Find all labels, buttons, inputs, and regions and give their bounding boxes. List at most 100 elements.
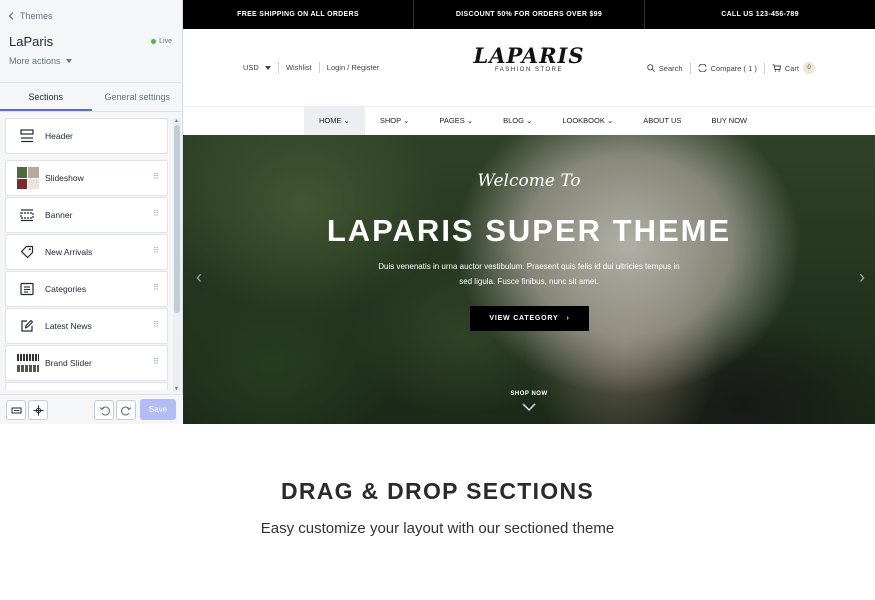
feature-headline: DRAG & DROP SECTIONS xyxy=(280,478,595,504)
search-link[interactable]: Search xyxy=(659,64,683,73)
announcement-discount: DISCOUNT 50% FOR ORDERS OVER $99 xyxy=(414,0,645,29)
hero-description: Duis venenatis in urna auctor vestibulum… xyxy=(353,259,705,289)
caret-down-icon xyxy=(264,66,271,70)
scroll-up-icon[interactable]: ▲ xyxy=(174,118,179,124)
tab-general-settings[interactable]: General settings xyxy=(92,83,184,111)
tag-icon xyxy=(17,242,37,262)
scrollbar-thumb[interactable] xyxy=(174,125,180,313)
drag-handle-icon[interactable]: ⠿ xyxy=(153,284,159,292)
theme-name: LaParis xyxy=(9,34,54,49)
section-item-slideshow[interactable]: Slideshow ⠿ xyxy=(5,160,168,196)
nav-item-lookbook[interactable]: LOOKBOOK ⌄ xyxy=(547,107,628,135)
chevron-down-icon: ⌄ xyxy=(343,116,350,125)
section-item-brand-slider[interactable]: Brand Slider ⠿ xyxy=(5,345,168,381)
edit-icon xyxy=(17,316,37,336)
hero-title: LAPARIS SUPER THEME xyxy=(326,213,732,248)
brand-thumbnail xyxy=(17,353,39,373)
section-label: Header xyxy=(45,131,73,141)
store-header: USD Wishlist Login / Register LAPARIS FA… xyxy=(183,29,875,107)
redo-icon xyxy=(120,406,131,415)
nav-item-blog[interactable]: BLOG ⌄ xyxy=(488,107,547,135)
resize-icon xyxy=(11,407,21,413)
wishlist-link[interactable]: Wishlist xyxy=(286,63,312,72)
store-preview: FREE SHIPPING ON ALL ORDERS DISCOUNT 50%… xyxy=(183,0,875,424)
layout-toggle-button[interactable] xyxy=(6,400,26,420)
drag-handle-icon[interactable]: ⠿ xyxy=(153,210,159,218)
more-actions-label: More actions xyxy=(9,56,61,66)
more-actions-dropdown[interactable]: More actions xyxy=(9,56,72,66)
editor-footer: Save xyxy=(0,394,183,424)
chevron-down-icon: ⌄ xyxy=(466,116,474,125)
announcement-shipping: FREE SHIPPING ON ALL ORDERS xyxy=(183,0,414,29)
view-category-button[interactable]: VIEW CATEGORY › xyxy=(470,306,589,331)
live-status-label: Live xyxy=(159,38,172,45)
nav-item-shop[interactable]: SHOP ⌄ xyxy=(365,107,425,135)
currency-selector[interactable]: USD xyxy=(243,63,271,72)
currency-label: USD xyxy=(243,63,259,72)
section-item-new-arrivals[interactable]: New Arrivals ⠿ xyxy=(5,234,168,270)
back-to-themes-link[interactable]: Themes xyxy=(8,11,53,21)
divider xyxy=(689,62,691,74)
back-label: Themes xyxy=(20,11,53,21)
theme-editor-sidebar: Themes LaParis Live More actions Section… xyxy=(0,0,183,424)
save-button[interactable]: Save xyxy=(140,399,176,420)
header-right-links: Search Compare ( 1 ) Cart 0 xyxy=(647,62,815,74)
divider xyxy=(763,62,765,74)
chevron-down-icon[interactable] xyxy=(522,403,536,411)
scroll-down-icon[interactable]: ▼ xyxy=(174,386,179,392)
cart-link[interactable]: Cart xyxy=(785,64,799,73)
sections-scrollbar[interactable]: ▲ ▼ xyxy=(173,118,181,392)
nav-label: PAGES xyxy=(439,116,465,125)
live-status-badge: Live xyxy=(151,38,172,45)
redo-button[interactable] xyxy=(116,400,136,420)
nav-item-about-us[interactable]: ABOUT US xyxy=(628,107,696,135)
section-item-banner[interactable]: Banner ⠿ xyxy=(5,197,168,233)
chevron-right-icon: › xyxy=(566,315,570,322)
section-item-partial[interactable] xyxy=(5,382,168,390)
announcement-bar: FREE SHIPPING ON ALL ORDERS DISCOUNT 50%… xyxy=(183,0,875,29)
hero-description-line: Duis venenatis in urna auctor vestibulum… xyxy=(378,262,680,271)
slide-prev-arrow-icon[interactable]: ‹ xyxy=(196,267,202,288)
nav-label: BLOG xyxy=(503,116,524,125)
cart-icon xyxy=(772,64,781,72)
banner-icon xyxy=(17,205,37,225)
drag-handle-icon[interactable]: ⠿ xyxy=(153,173,159,181)
section-label: Slideshow xyxy=(45,173,84,183)
search-icon xyxy=(647,64,655,72)
drag-handle-icon[interactable]: ⠿ xyxy=(153,321,159,329)
drag-handle-icon[interactable]: ⠿ xyxy=(153,358,159,366)
inspector-button[interactable] xyxy=(28,400,48,420)
nav-label: HOME xyxy=(319,116,342,125)
nav-item-home[interactable]: HOME ⌄ xyxy=(304,107,365,135)
live-dot-icon xyxy=(151,39,157,44)
section-item-header[interactable]: Header xyxy=(5,118,168,154)
caret-down-icon xyxy=(65,59,72,63)
slideshow-thumbnail xyxy=(17,167,39,189)
section-label: Brand Slider xyxy=(45,358,92,368)
divider xyxy=(318,62,320,73)
hero-slideshow: Welcome To LAPARIS SUPER THEME Duis vene… xyxy=(183,135,875,424)
store-logo[interactable]: LAPARIS FASHION STORE xyxy=(473,43,585,73)
section-label: Categories xyxy=(45,284,87,294)
announcement-phone: CALL US 123-456-789 xyxy=(721,11,799,18)
login-register-link[interactable]: Login / Register xyxy=(327,63,380,72)
nav-item-pages[interactable]: PAGES ⌄ xyxy=(424,107,488,135)
shop-now-link[interactable]: SHOP NOW xyxy=(183,391,875,397)
section-item-latest-news[interactable]: Latest News ⠿ xyxy=(5,308,168,344)
drag-handle-icon[interactable]: ⠿ xyxy=(153,247,159,255)
move-icon xyxy=(33,405,43,415)
cart-count-badge: 0 xyxy=(803,62,815,74)
sections-list: Header Slideshow ⠿ Banner ⠿ New Arrivals… xyxy=(5,118,168,390)
nav-item-buy-now[interactable]: BUY NOW xyxy=(696,107,762,135)
slide-next-arrow-icon[interactable]: › xyxy=(859,267,865,288)
header-icon xyxy=(17,126,37,146)
compare-icon xyxy=(698,64,707,72)
tab-sections[interactable]: Sections xyxy=(0,83,92,111)
section-item-categories[interactable]: Categories ⠿ xyxy=(5,271,168,307)
editor-tabs: Sections General settings xyxy=(0,82,183,112)
compare-link[interactable]: Compare ( 1 ) xyxy=(711,64,757,73)
chevron-down-icon: ⌄ xyxy=(526,116,533,125)
nav-label: SHOP xyxy=(379,116,402,125)
undo-button[interactable] xyxy=(94,400,114,420)
hero-description-line: sed ligula. Fusce finibus, nunc sit amet… xyxy=(459,277,599,286)
